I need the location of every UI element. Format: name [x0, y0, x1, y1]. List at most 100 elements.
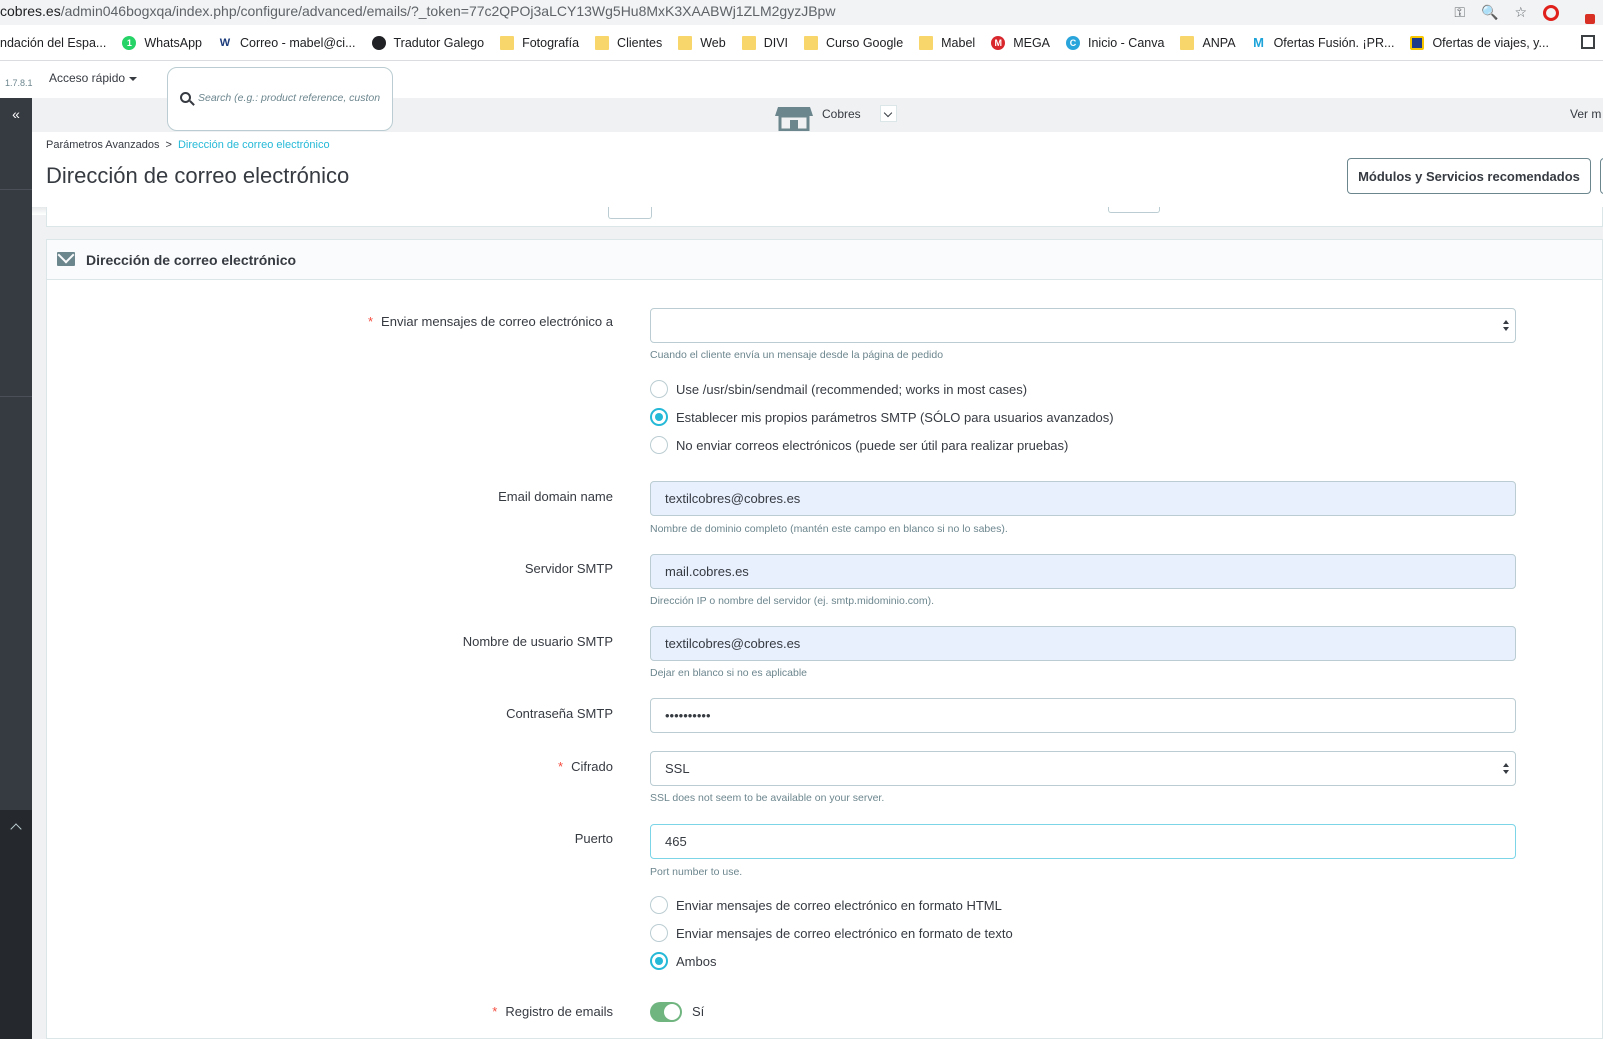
- bookmark-label: Ofertas de viajes, y...: [1432, 35, 1549, 50]
- breadcrumb-parent[interactable]: Parámetros Avanzados: [46, 139, 160, 151]
- radio-format-html[interactable]: Enviar mensajes de correo electrónico en…: [650, 896, 1002, 914]
- ms-icon: W: [218, 35, 232, 50]
- movistar-icon: M: [1253, 34, 1264, 50]
- log-emails-toggle[interactable]: [650, 1002, 682, 1022]
- bookmark-item[interactable]: Curso Google: [804, 35, 903, 50]
- bookmark-label: Correo - mabel@ci...: [240, 35, 356, 50]
- previous-card-control[interactable]: [1108, 207, 1160, 213]
- bookmark-label: ndación del Espa...: [0, 35, 107, 50]
- envelope-icon: [57, 252, 75, 266]
- send-to-help: Cuando el cliente envía un mensaje desde…: [650, 349, 944, 361]
- star-icon[interactable]: ☆: [1514, 4, 1527, 21]
- bookmark-item[interactable]: DIVI: [741, 35, 788, 50]
- send-to-select[interactable]: [650, 308, 1516, 343]
- zoom-icon[interactable]: 🔍: [1481, 4, 1498, 21]
- radio-smtp[interactable]: Establecer mis propios parámetros SMTP (…: [650, 408, 1114, 426]
- offer-icon: [1410, 35, 1425, 50]
- bookmark-item[interactable]: C Inicio - Canva: [1066, 35, 1165, 50]
- encryption-select[interactable]: SSL: [650, 751, 1516, 786]
- radio-no-mail[interactable]: No enviar correos electrónicos (puede se…: [650, 436, 1068, 454]
- encryption-value: SSL: [665, 761, 690, 776]
- breadcrumb-current[interactable]: Dirección de correo electrónico: [178, 139, 330, 151]
- radio-button-checked[interactable]: [650, 408, 668, 426]
- radio-sendmail[interactable]: Use /usr/sbin/sendmail (recommended; wor…: [650, 380, 1027, 398]
- radio-label: Enviar mensajes de correo electrónico en…: [676, 925, 1013, 941]
- radio-label: Enviar mensajes de correo electrónico en…: [676, 897, 1002, 913]
- shop-name[interactable]: Cobres: [822, 107, 861, 121]
- domain-help: Nombre de dominio completo (mantén este …: [650, 523, 1008, 535]
- key-icon[interactable]: ⚿: [1454, 4, 1465, 21]
- encryption-label-text: Cifrado: [571, 759, 613, 774]
- folder-icon: [595, 35, 610, 50]
- reading-list-icon[interactable]: [1581, 35, 1595, 49]
- bookmark-label: Inicio - Canva: [1088, 35, 1165, 50]
- url-path: /admin046bogxqa/index.php/configure/adva…: [60, 3, 836, 19]
- radio-button[interactable]: [650, 436, 668, 454]
- select-arrows-icon: [1503, 320, 1509, 332]
- bookmark-item[interactable]: M MEGA: [991, 35, 1050, 50]
- view-shop-link[interactable]: Ver m: [1570, 107, 1603, 121]
- bookmark-label: MEGA: [1013, 35, 1050, 50]
- previous-card: [46, 207, 1603, 227]
- smtp-user-help: Dejar en blanco si no es aplicable: [650, 667, 808, 679]
- smtp-user-input[interactable]: textilcobres@cobres.es: [650, 626, 1516, 661]
- required-mark: *: [492, 1004, 498, 1019]
- domain-input[interactable]: textilcobres@cobres.es: [650, 481, 1516, 516]
- radio-button[interactable]: [650, 924, 668, 942]
- bookmark-item[interactable]: Tradutor Galego: [371, 35, 485, 50]
- quick-access-label: Acceso rápido: [49, 71, 126, 85]
- smtp-password-input[interactable]: ••••••••••: [650, 698, 1516, 733]
- bookmark-item[interactable]: 1 WhatsApp: [122, 35, 202, 50]
- log-emails-label-text: Registro de emails: [505, 1004, 613, 1019]
- select-arrows-icon: [1503, 763, 1509, 775]
- send-to-label-text: Enviar mensajes de correo electrónico a: [381, 314, 613, 329]
- encryption-label: * Cifrado: [558, 759, 613, 774]
- smtp-server-input[interactable]: mail.cobres.es: [650, 554, 1516, 589]
- bookmark-item[interactable]: Fotografía: [500, 35, 579, 50]
- required-mark: *: [558, 759, 564, 774]
- radio-label: Establecer mis propios parámetros SMTP (…: [676, 409, 1114, 425]
- opera-icon[interactable]: [1543, 4, 1559, 21]
- bookmark-item[interactable]: ANPA: [1180, 35, 1236, 50]
- bookmark-item[interactable]: W Correo - mabel@ci...: [218, 35, 356, 50]
- port-label: Puerto: [574, 831, 613, 846]
- recommended-modules-button[interactable]: Módulos y Servicios recomendados: [1347, 158, 1591, 194]
- bookmark-label: Ofertas Fusión. ¡PR...: [1273, 35, 1395, 50]
- url-text[interactable]: cobres.es/admin046bogxqa/index.php/confi…: [0, 3, 835, 19]
- browser-address-bar[interactable]: cobres.es/admin046bogxqa/index.php/confi…: [0, 0, 1603, 25]
- radio-format-both[interactable]: Ambos: [650, 952, 716, 970]
- bookmark-item[interactable]: M Ofertas Fusión. ¡PR...: [1252, 34, 1395, 50]
- card-header: Dirección de correo electrónico: [47, 240, 1602, 280]
- port-help: Port number to use.: [650, 866, 743, 878]
- radio-button[interactable]: [650, 380, 668, 398]
- collapse-sidebar-icon[interactable]: «: [0, 98, 32, 132]
- smtp-user-label: Nombre de usuario SMTP: [462, 634, 613, 649]
- browser-actions: ⚿ 🔍 ☆: [1454, 0, 1603, 25]
- bookmark-item[interactable]: ndación del Espa...: [0, 36, 106, 50]
- sidebar-nav: «: [0, 98, 32, 1039]
- extension-icon[interactable]: [1575, 4, 1595, 24]
- radio-label: No enviar correos electrónicos (puede se…: [676, 437, 1069, 453]
- bookmark-item[interactable]: Ofertas de viajes, y...: [1410, 35, 1549, 50]
- mega-icon: M: [991, 35, 1006, 50]
- bookmark-label: Tradutor Galego: [393, 35, 485, 50]
- radio-button-checked[interactable]: [650, 952, 668, 970]
- log-emails-value: Sí: [692, 1004, 705, 1019]
- bookmark-item[interactable]: Web: [678, 35, 726, 50]
- shop-dropdown-icon[interactable]: [880, 105, 897, 122]
- radio-button[interactable]: [650, 896, 668, 914]
- globe-icon: [371, 35, 386, 50]
- bookmark-item[interactable]: Clientes: [595, 35, 662, 50]
- bookmark-label: WhatsApp: [144, 35, 202, 50]
- smtp-server-label: Servidor SMTP: [524, 561, 613, 576]
- radio-format-text[interactable]: Enviar mensajes de correo electrónico en…: [650, 924, 1013, 942]
- port-input[interactable]: 465: [650, 824, 1516, 859]
- bookmark-item[interactable]: Mabel: [919, 35, 975, 50]
- search-input[interactable]: [198, 88, 384, 108]
- bookmarks-bar: ndación del Espa... 1 WhatsApp W Correo - ma…: [0, 25, 1603, 61]
- previous-card-control[interactable]: [608, 207, 652, 219]
- quick-access-menu[interactable]: Acceso rápido: [49, 71, 138, 85]
- card-title: Dirección de correo electrónico: [86, 252, 297, 268]
- version-label: 1.7.8.1: [5, 78, 33, 88]
- folder-icon: [1180, 35, 1195, 50]
